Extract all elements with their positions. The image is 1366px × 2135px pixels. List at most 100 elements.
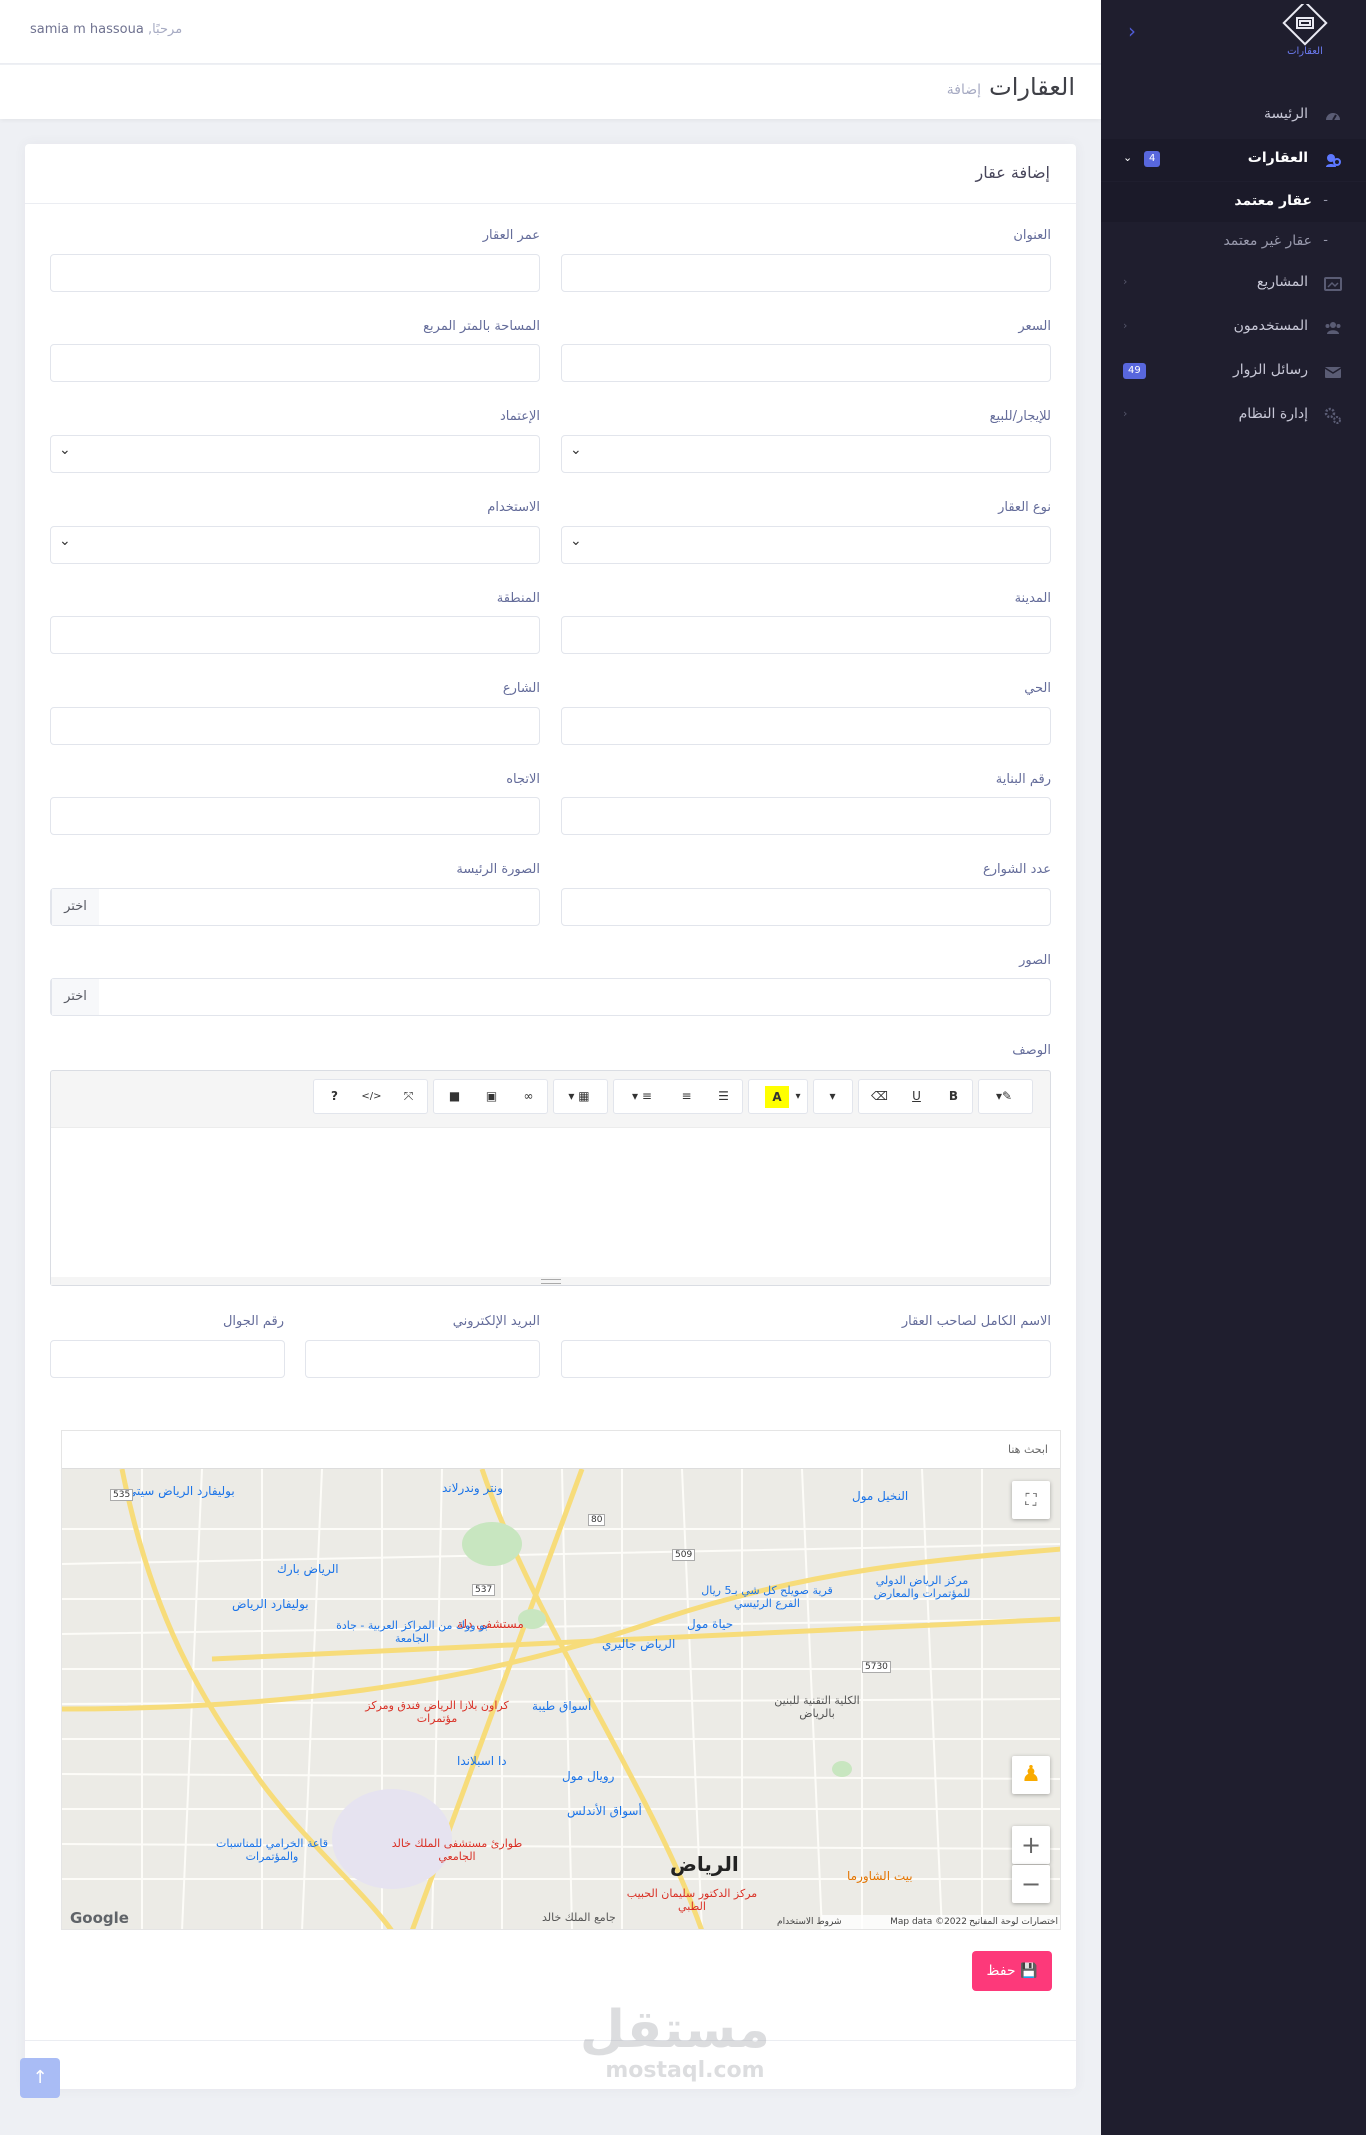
sidebar-item-projects[interactable]: المشاريع ‹: [1101, 263, 1366, 305]
underline-button[interactable]: U: [898, 1080, 935, 1113]
building-no-field[interactable]: [561, 797, 1051, 835]
sidebar-item-users[interactable]: المستخدمون ‹: [1101, 307, 1366, 349]
map-poi[interactable]: دا اسبلاندا: [457, 1754, 507, 1768]
map-poi[interactable]: قرية صويلح كل شي بـ5 ريال الفرع الرئيسي: [692, 1584, 842, 1610]
area-field[interactable]: [50, 344, 540, 382]
align-icon[interactable]: ≡ ▾: [616, 1080, 668, 1113]
user-name: samia m hassoua: [30, 22, 144, 37]
magic-icon[interactable]: ✎▾: [984, 1080, 1024, 1113]
unordered-list-icon[interactable]: ☰: [705, 1080, 742, 1113]
direction-field[interactable]: [50, 797, 540, 835]
map-poi[interactable]: ونتر وندرلاند: [442, 1481, 503, 1495]
keyboard-shortcuts-link[interactable]: اختصارات لوحة المفاتيح: [969, 1917, 1058, 1927]
map-poi[interactable]: النخيل مول: [852, 1489, 908, 1503]
text-color-button[interactable]: A: [765, 1086, 789, 1108]
rent-sale-select[interactable]: [561, 435, 1051, 473]
label-price: السعر: [1018, 319, 1051, 334]
map-poi[interactable]: مركز الدكتور سليمان الحبيب الطبي: [622, 1887, 762, 1913]
chevron-left-icon: ‹: [1123, 319, 1128, 332]
road-shield: 537: [472, 1584, 496, 1596]
topbar: مرحبًا, samia m hassoua: [0, 0, 1101, 64]
editor-content-area[interactable]: [51, 1127, 1050, 1277]
map-poi[interactable]: بو ووك من المراكز العربية - جادة الجامعة: [332, 1619, 492, 1645]
map-poi[interactable]: بوليفارد الرياض: [232, 1597, 309, 1611]
eraser-icon[interactable]: ⌫: [861, 1080, 898, 1113]
map-search-input[interactable]: ابحث هنا: [62, 1431, 1060, 1469]
label-region: المنطقة: [496, 591, 540, 606]
sidebar-subitem-unapproved[interactable]: - عقار غير معتمد: [1101, 222, 1366, 262]
map-poi[interactable]: مركز الرياض الدولي للمؤتمرات والمعارض: [862, 1574, 982, 1600]
editor-resize-handle[interactable]: [51, 1277, 1050, 1285]
region-field[interactable]: [50, 616, 540, 654]
save-label: حفظ: [986, 1963, 1016, 1979]
form-title: إضافة عقار: [975, 163, 1050, 182]
subheader: العقارات إضافة: [0, 65, 1101, 119]
streets-count-field[interactable]: [561, 888, 1051, 926]
price-field[interactable]: [561, 344, 1051, 382]
owner-name-field[interactable]: [561, 1340, 1051, 1378]
map-poi[interactable]: أسواق طيبة: [532, 1699, 591, 1713]
font-size-dropdown[interactable]: ▾: [814, 1080, 851, 1113]
table-icon[interactable]: ▦ ▾: [555, 1080, 603, 1113]
video-icon[interactable]: ■: [436, 1080, 473, 1113]
scroll-top-button[interactable]: ↑: [20, 2058, 60, 2098]
type-select[interactable]: [561, 526, 1051, 564]
map-poi[interactable]: كراون بلازا الرياض فندق ومركز مؤتمرات: [362, 1699, 512, 1725]
projects-icon: [1324, 277, 1342, 291]
map-poi[interactable]: جامع الملك خالد: [542, 1911, 616, 1924]
choose-file-button[interactable]: اختر: [51, 979, 99, 1015]
map-poi[interactable]: أسواق الأندلس: [567, 1804, 642, 1818]
map-poi[interactable]: الرياض بارك: [277, 1562, 339, 1576]
color-dropdown[interactable]: ▾: [789, 1080, 807, 1113]
breadcrumb[interactable]: إضافة: [947, 82, 981, 98]
fullscreen-toggle-icon[interactable]: ⛶: [1012, 1481, 1050, 1519]
link-icon[interactable]: ∞: [510, 1080, 547, 1113]
email-field[interactable]: [305, 1340, 540, 1378]
sidebar-item-label: المشاريع: [1256, 274, 1308, 290]
usage-select[interactable]: [50, 526, 540, 564]
collapse-sidebar-icon[interactable]: ‹: [1120, 20, 1144, 44]
map-poi[interactable]: الكلية التقنية للبنين بالرياض: [757, 1694, 877, 1720]
main-image-file-input[interactable]: اختر: [50, 888, 540, 926]
bold-button[interactable]: B: [935, 1080, 972, 1113]
sidebar-item-properties[interactable]: العقارات 4 ⌄: [1101, 139, 1366, 181]
zoom-in-button[interactable]: +: [1012, 1826, 1050, 1864]
district-field[interactable]: [561, 707, 1051, 745]
pegman-icon[interactable]: ♟: [1012, 1756, 1050, 1794]
city-field[interactable]: [561, 616, 1051, 654]
user-greeting[interactable]: مرحبًا, samia m hassoua: [30, 22, 182, 37]
map-poi[interactable]: بيت الشاورما: [847, 1869, 913, 1883]
terms-link[interactable]: شروط الاستخدام: [777, 1917, 842, 1927]
map-poi[interactable]: رويال مول: [562, 1769, 614, 1783]
label-description: الوصف: [1012, 1043, 1051, 1058]
help-icon[interactable]: ?: [316, 1080, 353, 1113]
code-view-icon[interactable]: </>: [353, 1080, 390, 1113]
choose-file-button[interactable]: اختر: [51, 889, 99, 925]
images-file-input[interactable]: اختر: [50, 978, 1051, 1016]
road-shield: 5730: [862, 1661, 891, 1673]
map-poi[interactable]: طوارئ مستشفى الملك خالد الجامعي: [382, 1837, 532, 1863]
map-poi[interactable]: قاعة الخرامي للمناسبات والمؤتمرات: [202, 1837, 342, 1863]
sidebar-item-system[interactable]: إدارة النظام ‹: [1101, 395, 1366, 437]
fullscreen-icon[interactable]: ⤧: [390, 1080, 427, 1113]
age-field[interactable]: [50, 254, 540, 292]
ordered-list-icon[interactable]: ≡: [668, 1080, 705, 1113]
toolbar-group-font: B U ⌫: [858, 1079, 973, 1114]
logo[interactable]: العقارات: [1280, 0, 1330, 60]
map-poi[interactable]: حياة مول: [687, 1617, 733, 1631]
mobile-field[interactable]: [50, 1340, 285, 1378]
approval-select[interactable]: [50, 435, 540, 473]
map-poi[interactable]: بوليفارد الرياض سيتي: [127, 1484, 235, 1498]
map-canvas[interactable]: الرياض بوليفارد الرياض سيتي الرياض بارك …: [62, 1469, 1060, 1929]
address-field[interactable]: [561, 254, 1051, 292]
map-poi[interactable]: الرياض جاليري: [602, 1637, 675, 1651]
sidebar-subitem-approved[interactable]: - عقار معتمد: [1101, 182, 1366, 222]
picture-icon[interactable]: ▣: [473, 1080, 510, 1113]
street-field[interactable]: [50, 707, 540, 745]
zoom-out-button[interactable]: −: [1012, 1865, 1050, 1903]
footer-divider: [25, 2040, 1076, 2041]
road-shield: 80: [588, 1514, 606, 1526]
sidebar-item-messages[interactable]: رسائل الزوار 49: [1101, 351, 1366, 393]
sidebar-item-home[interactable]: الرئيسة: [1101, 95, 1366, 137]
save-button[interactable]: 💾 حفظ: [972, 1951, 1052, 1991]
